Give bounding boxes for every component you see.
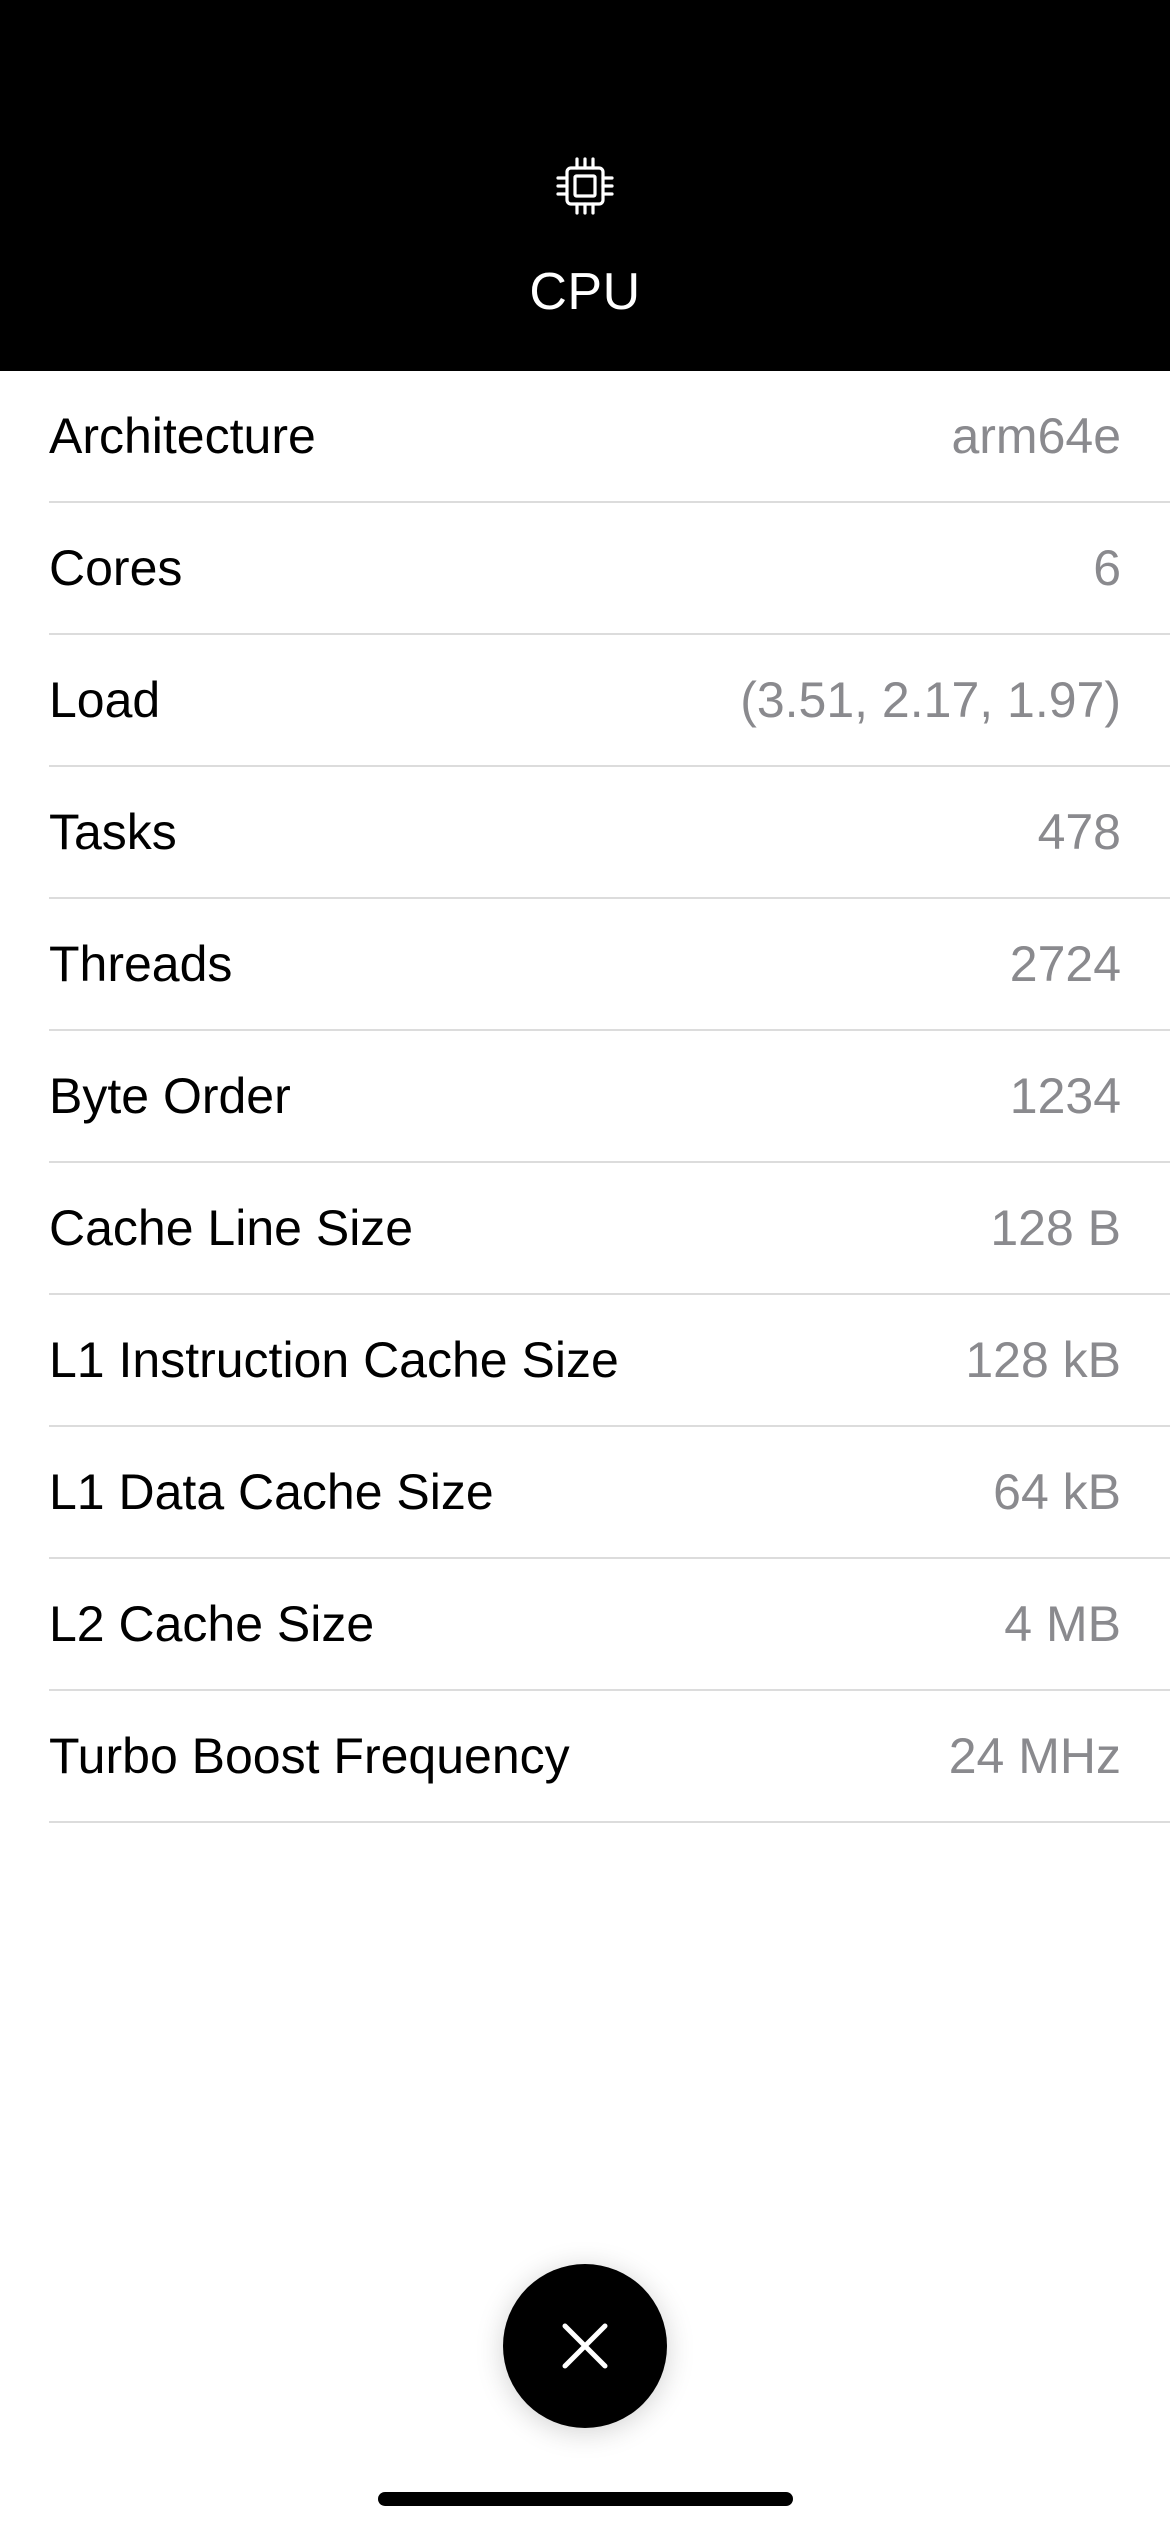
row-label: L2 Cache Size — [49, 1596, 375, 1652]
list-item-tasks: Tasks 478 — [49, 767, 1170, 899]
row-label: L1 Instruction Cache Size — [49, 1332, 619, 1388]
list-item-turbo-boost-frequency: Turbo Boost Frequency 24 MHz — [49, 1691, 1170, 1823]
row-label: Tasks — [49, 804, 177, 860]
list-item-l1-data-cache-size: L1 Data Cache Size 64 kB — [49, 1427, 1170, 1559]
cpu-info-list: Architecture arm64e Cores 6 Load (3.51, … — [0, 371, 1170, 1823]
list-item-l1-instruction-cache-size: L1 Instruction Cache Size 128 kB — [49, 1295, 1170, 1427]
cpu-info-screen: CPU Architecture arm64e Cores 6 Load (3.… — [0, 0, 1170, 2532]
row-value: 24 MHz — [948, 1728, 1121, 1784]
row-value: 2724 — [1009, 936, 1121, 992]
row-label: Byte Order — [49, 1068, 291, 1124]
row-value: 1234 — [1009, 1068, 1121, 1124]
list-item-architecture: Architecture arm64e — [49, 371, 1170, 503]
row-label: Cache Line Size — [49, 1200, 414, 1256]
row-value: 478 — [1037, 804, 1121, 860]
home-indicator[interactable] — [378, 2492, 793, 2506]
row-label: Cores — [49, 540, 183, 596]
row-value: arm64e — [951, 408, 1121, 464]
row-label: Load — [49, 672, 161, 728]
row-label: Threads — [49, 936, 233, 992]
header: CPU — [0, 0, 1170, 371]
cpu-chip-icon — [556, 157, 614, 215]
row-value: 128 kB — [965, 1332, 1121, 1388]
row-value: 6 — [1093, 540, 1121, 596]
list-item-cores: Cores 6 — [49, 503, 1170, 635]
row-label: L1 Data Cache Size — [49, 1464, 494, 1520]
list-item-cache-line-size: Cache Line Size 128 B — [49, 1163, 1170, 1295]
list-item-threads: Threads 2724 — [49, 899, 1170, 1031]
row-value: 128 B — [990, 1200, 1121, 1256]
list-item-l2-cache-size: L2 Cache Size 4 MB — [49, 1559, 1170, 1691]
list-item-load: Load (3.51, 2.17, 1.97) — [49, 635, 1170, 767]
list-item-byte-order: Byte Order 1234 — [49, 1031, 1170, 1163]
row-label: Architecture — [49, 408, 316, 464]
row-value: 64 kB — [993, 1464, 1121, 1520]
row-label: Turbo Boost Frequency — [49, 1728, 570, 1784]
row-value: 4 MB — [1004, 1596, 1121, 1652]
row-value: (3.51, 2.17, 1.97) — [740, 672, 1121, 728]
close-icon — [562, 2323, 608, 2369]
close-button[interactable] — [503, 2264, 667, 2428]
page-title: CPU — [529, 263, 641, 321]
